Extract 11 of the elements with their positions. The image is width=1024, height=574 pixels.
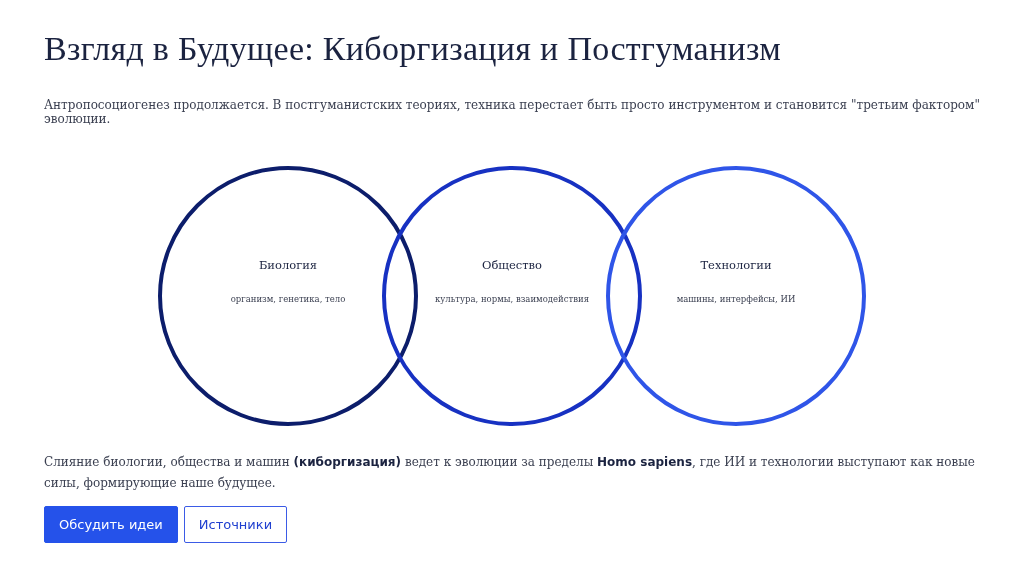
summary-text: Слияние биологии, общества и машин (киборгизация) ведет к эволюции за пределы Homo sapiens, где ИИ и технологии выступают как новые силы, формирующие наше будущее. <box>44 454 976 492</box>
circle-caption: культура, нормы, взаимодействия <box>434 294 590 304</box>
discuss-button[interactable]: Обсудить идеи <box>44 506 178 543</box>
circle-label: Биология <box>258 258 318 272</box>
circle-caption: организм, генетика, тело <box>230 294 346 304</box>
slide-title: Взгляд в Будущее: Киборгизация и Постгуманизм <box>44 30 783 68</box>
circle-caption: машины, интерфейсы, ИИ <box>676 294 796 304</box>
circle-label: Технологии <box>700 258 772 272</box>
sources-button[interactable]: Источники <box>183 506 288 543</box>
circle-label: Общество <box>481 258 543 272</box>
intro-text: Антропосоциогенез продолжается. В постгуманистских теориях, техника перестает быть просто инструментом и становится "третьим фактором" эволюции. <box>44 98 981 126</box>
